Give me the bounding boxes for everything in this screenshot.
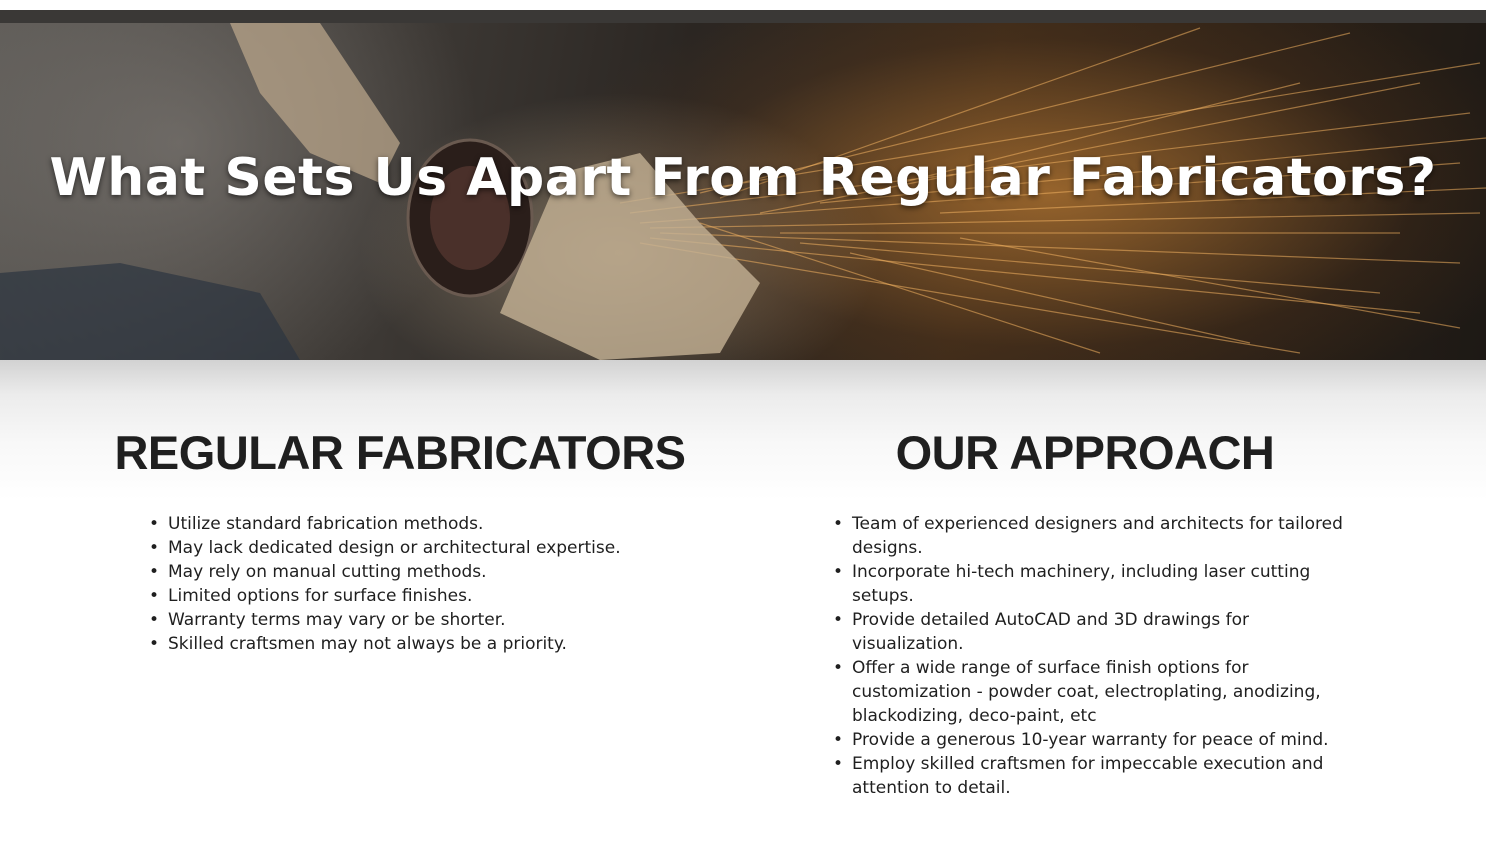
list-item: • May rely on manual cutting methods.	[149, 560, 700, 584]
bullet-icon: •	[149, 634, 160, 654]
list-item: • Offer a wide range of surface finish op…	[833, 656, 1352, 728]
list-item-text: Offer a wide range of surface finish opt…	[852, 658, 1321, 726]
our-approach-list: • Team of experienced designers and archi…	[790, 512, 1352, 800]
page-top-margin	[0, 0, 1486, 10]
regular-fabricators-column: REGULAR FABRICATORS • Utilize standard fa…	[100, 425, 700, 656]
regular-fabricators-heading: REGULAR FABRICATORS	[114, 426, 686, 479]
top-dark-strip	[0, 10, 1486, 23]
regular-fabricators-list: • Utilize standard fabrication methods. •…	[100, 512, 700, 656]
section-title: What Sets Us Apart From Regular Fabricat…	[49, 148, 1437, 208]
list-item-text: May rely on manual cutting methods.	[168, 562, 487, 582]
list-item-text: Employ skilled craftsmen for impeccable …	[852, 754, 1324, 798]
list-item: • Skilled craftsmen may not always be a p…	[149, 632, 700, 656]
bullet-icon: •	[149, 610, 160, 630]
bullet-icon: •	[833, 562, 844, 582]
our-approach-heading: OUR APPROACH	[895, 426, 1275, 479]
list-item: • Incorporate hi-tech machinery, includin…	[833, 560, 1352, 608]
list-item-text: Provide detailed AutoCAD and 3D drawings…	[852, 610, 1250, 654]
list-item: • Limited options for surface finishes.	[149, 584, 700, 608]
bullet-icon: •	[149, 562, 160, 582]
hero-banner: What Sets Us Apart From Regular Fabricat…	[0, 23, 1486, 360]
bullet-icon: •	[833, 730, 844, 750]
list-item-text: Skilled craftsmen may not always be a pr…	[168, 634, 567, 654]
list-item-text: May lack dedicated design or architectur…	[168, 538, 621, 558]
list-item: • Warranty terms may vary or be shorter.	[149, 608, 700, 632]
bullet-icon: •	[149, 538, 160, 558]
bullet-icon: •	[149, 514, 160, 534]
bullet-icon: •	[833, 610, 844, 630]
list-item-text: Incorporate hi-tech machinery, including…	[852, 562, 1311, 606]
bullet-icon: •	[833, 514, 844, 534]
list-item: • Team of experienced designers and archi…	[833, 512, 1352, 560]
list-item-text: Team of experienced designers and archit…	[852, 514, 1343, 558]
list-item-text: Limited options for surface finishes.	[168, 586, 473, 606]
bullet-icon: •	[149, 586, 160, 606]
our-approach-column: OUR APPROACH • Team of experienced design…	[790, 425, 1380, 800]
bullet-icon: •	[833, 754, 844, 774]
list-item: • Utilize standard fabrication methods.	[149, 512, 700, 536]
list-item-text: Utilize standard fabrication methods.	[168, 514, 484, 534]
list-item-text: Provide a generous 10-year warranty for …	[852, 730, 1329, 750]
list-item-text: Warranty terms may vary or be shorter.	[168, 610, 506, 630]
bullet-icon: •	[833, 658, 844, 678]
list-item: • May lack dedicated design or architectu…	[149, 536, 700, 560]
list-item: • Employ skilled craftsmen for impeccable…	[833, 752, 1352, 800]
list-item: • Provide a generous 10-year warranty for…	[833, 728, 1352, 752]
list-item: • Provide detailed AutoCAD and 3D drawing…	[833, 608, 1352, 656]
